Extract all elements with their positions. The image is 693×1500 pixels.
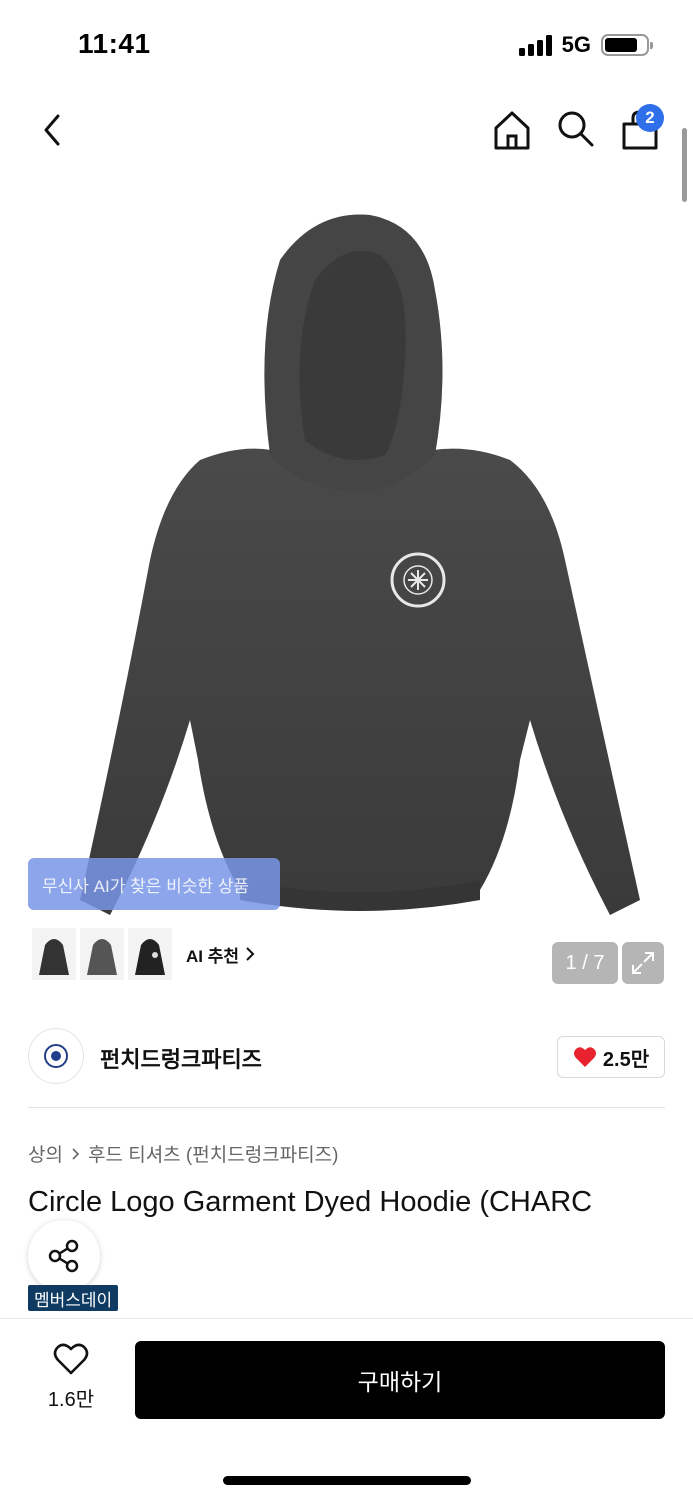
back-icon[interactable] [34, 110, 74, 150]
heart-icon [53, 1343, 89, 1375]
bottom-action-bar: 1.6만 구매하기 [0, 1318, 693, 1500]
battery-icon [601, 34, 653, 56]
brand-row[interactable]: 펀치드렁크파티즈 2.5만 [28, 1028, 665, 1086]
image-counter: 1 / 7 [552, 942, 618, 984]
cart-count-badge: 2 [636, 104, 664, 132]
share-icon [48, 1239, 79, 1273]
brand-name[interactable]: 펀치드렁크파티즈 [100, 1042, 262, 1074]
brand-like-button[interactable]: 2.5만 [557, 1036, 665, 1078]
status-indicators: 5G [518, 32, 653, 58]
top-nav [0, 100, 693, 160]
buy-button[interactable]: 구매하기 [135, 1341, 665, 1419]
member-day-badge: 멤버스데이 [28, 1285, 119, 1311]
brand-like-count: 2.5만 [602, 1048, 650, 1071]
recommend-thumbnail[interactable] [80, 928, 124, 980]
recommend-thumbnail[interactable] [128, 928, 172, 980]
home-indicator [223, 1476, 471, 1485]
share-button[interactable] [28, 1220, 100, 1292]
breadcrumb-category[interactable]: 상의 [28, 1140, 63, 1167]
brand-logo[interactable] [28, 1028, 84, 1084]
status-time: 11:41 [78, 28, 151, 59]
scroll-indicator [682, 128, 687, 202]
status-bar: 11:41 5G [0, 0, 693, 90]
heart-filled-icon [573, 1047, 596, 1067]
signal-icon [518, 34, 552, 56]
chevron-right-icon [246, 947, 255, 961]
breadcrumb-subcategory[interactable]: 후드 티셔츠 (펀치드렁크파티즈) [88, 1140, 338, 1167]
ai-recommend-label: AI 추천 [186, 946, 240, 966]
ai-recommend-strip[interactable]: AI 추천 [28, 924, 268, 984]
network-label: 5G [561, 32, 591, 57]
like-count: 1.6만 [47, 1389, 95, 1411]
divider [28, 1107, 665, 1108]
ai-similar-banner[interactable]: 무신사 AI가 찾은 비슷한 상품 [28, 858, 280, 910]
recommend-thumbnail[interactable] [32, 928, 76, 980]
like-button[interactable]: 1.6만 [40, 1343, 102, 1415]
home-icon[interactable] [492, 108, 532, 152]
search-icon[interactable] [555, 108, 597, 150]
product-photo[interactable] [40, 200, 660, 930]
ai-recommend-link[interactable]: AI 추천 [186, 942, 255, 967]
chevron-right-icon [72, 1147, 80, 1160]
expand-icon[interactable] [622, 942, 664, 984]
product-title: Circle Logo Garment Dyed Hoodie (CHARC [28, 1186, 593, 1218]
breadcrumb: 상의 후드 티셔츠 (펀치드렁크파티즈) [28, 1140, 338, 1167]
ai-banner-text: 무신사 AI가 찾은 비슷한 상품 [42, 876, 249, 896]
